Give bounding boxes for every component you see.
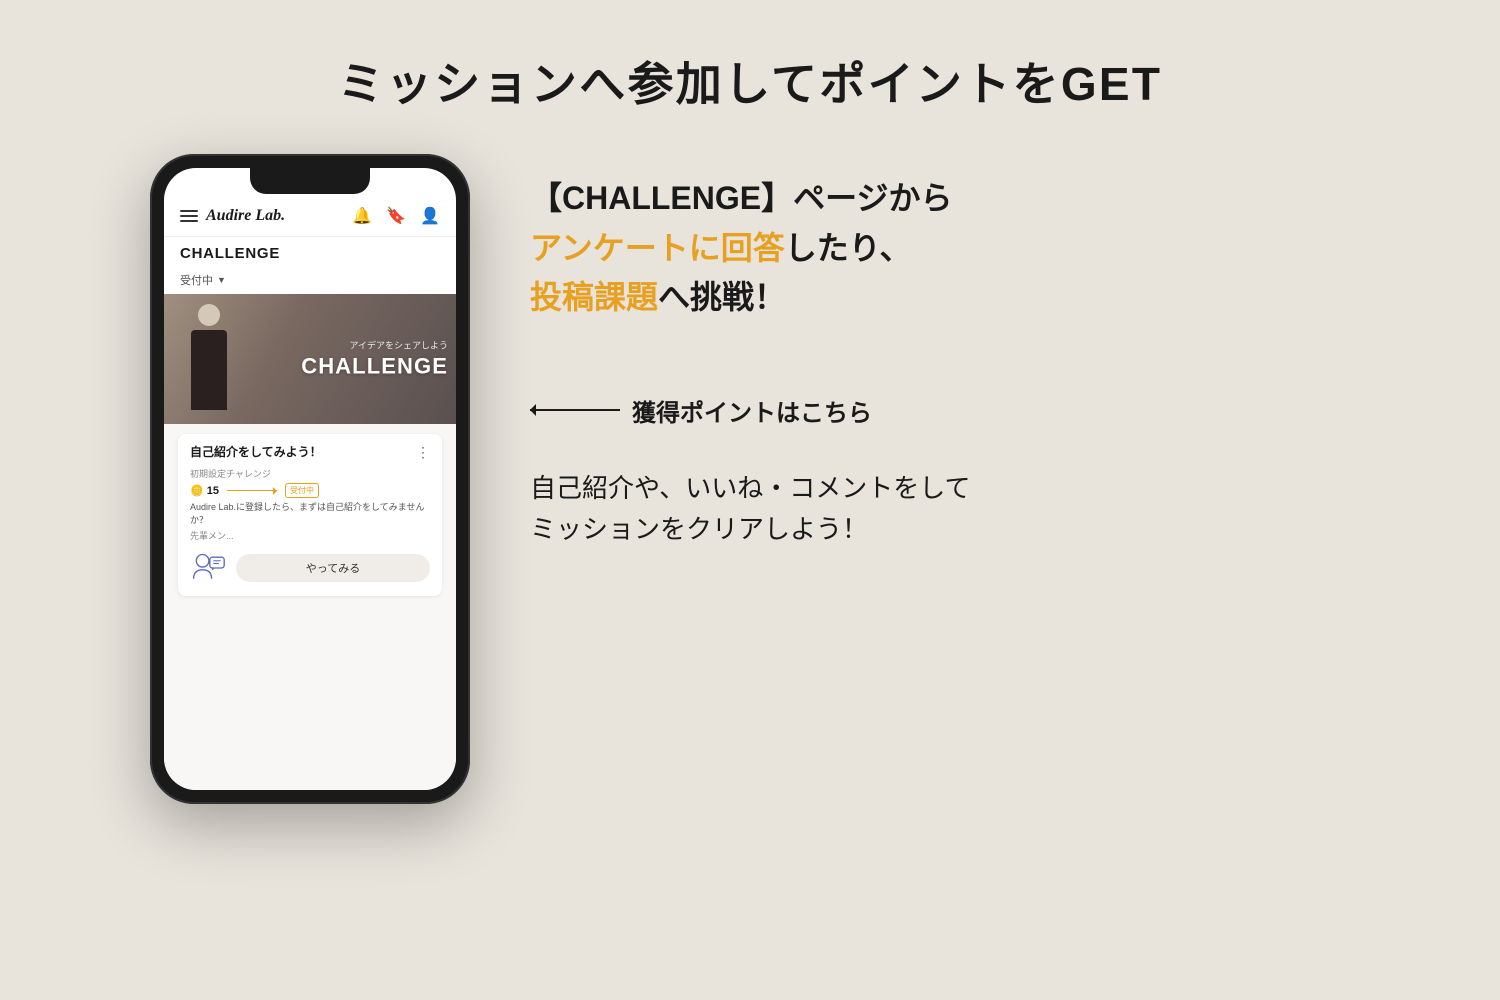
desc-line-1: 【CHALLENGE】ページから: [530, 174, 1350, 224]
bottom-line-2: ミッションをクリアしよう！: [530, 509, 1350, 551]
card-menu-icon[interactable]: ⋮: [416, 444, 430, 461]
card-points-row: 🪙 15 受付中: [190, 483, 430, 498]
app-logo: Audire Lab.: [206, 207, 285, 225]
desc-line-3: 投稿課題へ挑戦！: [530, 273, 1350, 323]
desc-line-2-suffix: したり、: [785, 230, 912, 266]
card-status-badge: 受付中: [285, 483, 319, 498]
description-block-bottom: 獲得ポイントはこちら 自己紹介や、いいね・コメントをして ミッションをクリアしよ…: [530, 393, 1350, 551]
annotation-arrow-line: [530, 409, 620, 411]
right-content: 【CHALLENGE】ページから アンケートに回答したり、 投稿課題へ挑戦！ 獲…: [530, 154, 1350, 551]
card-section: 自己紹介をしてみよう！ ⋮ 初期設定チャレンジ 🪙 15: [164, 424, 456, 790]
phone-notch: [250, 168, 370, 194]
page-title: ミッションへ参加してポイントをGET: [338, 48, 1163, 114]
card-meta: 初期設定チャレンジ: [190, 467, 430, 480]
try-button[interactable]: やってみる: [236, 554, 430, 582]
phone-mockup: Audire Lab. 🔔 🔖 👤 CHALLENGE 受付中 ▼: [150, 154, 470, 804]
card-bottom: やってみる: [190, 550, 430, 586]
card-title: 自己紹介をしてみよう！: [190, 444, 416, 461]
phone-screen: Audire Lab. 🔔 🔖 👤 CHALLENGE 受付中 ▼: [164, 168, 456, 790]
coin-icon: 🪙: [190, 484, 204, 497]
points-value: 15: [207, 485, 219, 497]
banner-person: [174, 294, 244, 424]
user-icon[interactable]: 👤: [420, 206, 440, 226]
arrow-annotation: 獲得ポイントはこちら: [530, 393, 1350, 428]
phone-frame: Audire Lab. 🔔 🔖 👤 CHALLENGE 受付中 ▼: [150, 154, 470, 804]
arrow-indicator: [227, 490, 277, 491]
bottom-text: 自己紹介や、いいね・コメントをして ミッションをクリアしよう！: [530, 468, 1350, 551]
person-legs: [191, 385, 227, 410]
filter-text: 受付中: [180, 272, 213, 288]
banner-text-area: アイデアをシェアしよう CHALLENGE: [301, 339, 448, 380]
description-block-top: 【CHALLENGE】ページから アンケートに回答したり、 投稿課題へ挑戦！: [530, 174, 1350, 323]
banner-challenge-text: CHALLENGE: [301, 354, 448, 380]
challenge-card: 自己紹介をしてみよう！ ⋮ 初期設定チャレンジ 🪙 15: [178, 434, 442, 596]
card-senior: 先輩メン...: [190, 529, 430, 542]
desc-highlight-post: 投稿課題: [530, 279, 658, 315]
points-badge: 🪙 15: [190, 484, 219, 497]
desc-line-3-suffix: へ挑戦！: [658, 279, 786, 315]
filter-row[interactable]: 受付中 ▼: [164, 268, 456, 294]
person-silhouette: [182, 304, 237, 414]
desc-line-2: アンケートに回答したり、: [530, 224, 1350, 274]
arrow-line: [227, 490, 277, 491]
annotation-text: 獲得ポイントはこちら: [632, 393, 872, 428]
app-header-icons: 🔔 🔖 👤: [352, 206, 440, 226]
banner-subtitle: アイデアをシェアしよう: [301, 339, 448, 352]
person-body: [191, 330, 227, 385]
app-header-left: Audire Lab.: [180, 207, 285, 225]
bottom-line-1: 自己紹介や、いいね・コメントをして: [530, 468, 1350, 510]
content-area: Audire Lab. 🔔 🔖 👤 CHALLENGE 受付中 ▼: [150, 154, 1350, 804]
hamburger-icon[interactable]: [180, 210, 198, 222]
person-head: [198, 304, 220, 326]
filter-arrow-icon: ▼: [217, 275, 226, 285]
bell-icon[interactable]: 🔔: [352, 206, 372, 226]
challenge-section-label: CHALLENGE: [164, 237, 456, 268]
desc-highlight-survey: アンケートに回答: [530, 230, 785, 266]
card-header: 自己紹介をしてみよう！ ⋮: [190, 444, 430, 461]
bookmark-icon[interactable]: 🔖: [386, 206, 406, 226]
challenge-banner: アイデアをシェアしよう CHALLENGE: [164, 294, 456, 424]
card-description: Audire Lab.に登録したら、まずは自己紹介をしてみませんか？: [190, 501, 430, 526]
avatar: [190, 550, 226, 586]
